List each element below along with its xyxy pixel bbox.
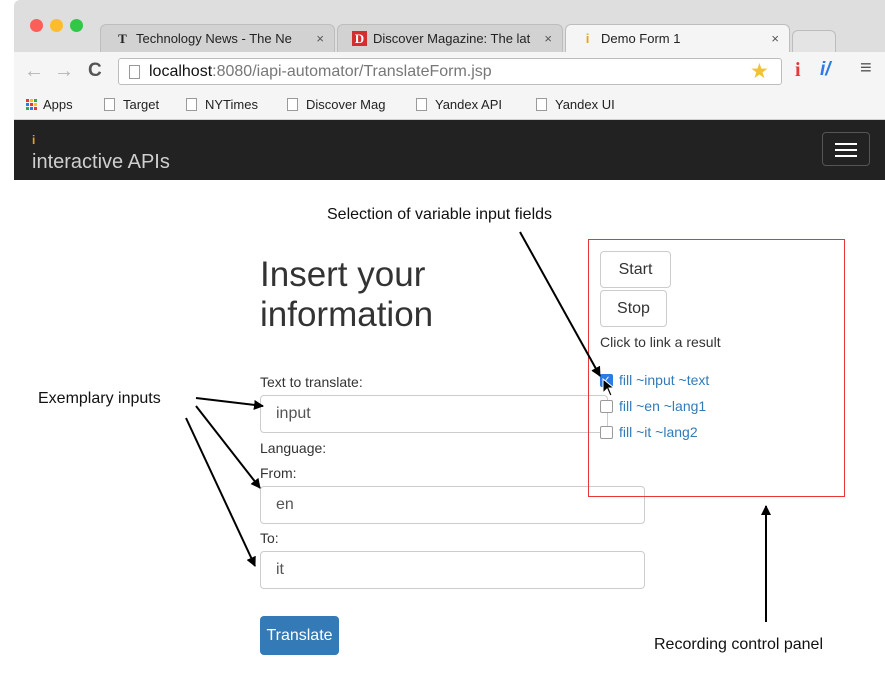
annotation-arrows bbox=[185, 231, 771, 622]
arrow-to-to-input bbox=[185, 417, 256, 567]
arrow-to-text-input bbox=[195, 397, 264, 410]
arrow-to-checkboxes bbox=[519, 231, 601, 377]
arrow-to-from-input bbox=[195, 405, 261, 489]
